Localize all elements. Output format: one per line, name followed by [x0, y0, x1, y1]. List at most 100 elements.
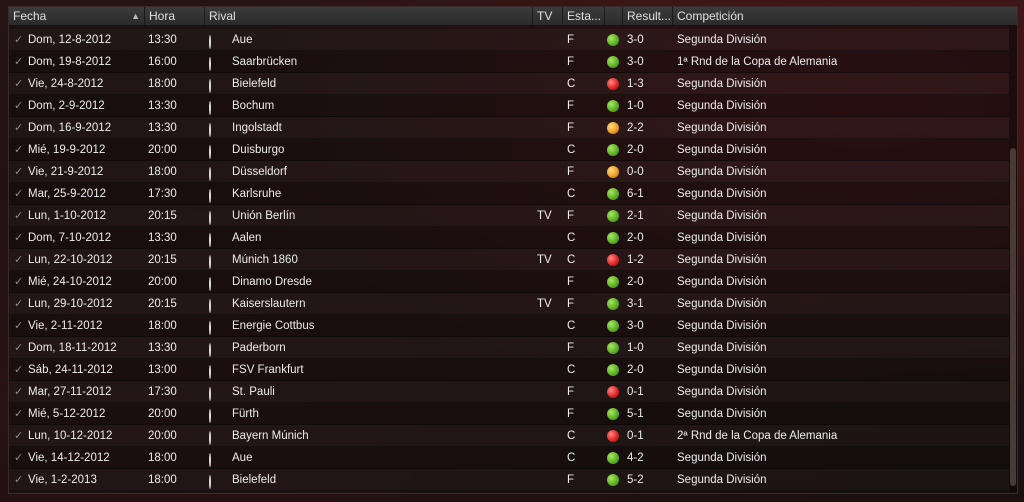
column-header-competition[interactable]: Competición [673, 7, 1017, 25]
table-row[interactable]: ✓ Dom, 12-8-2012 13:30 Aue F 3-0 Segunda Divis… [9, 29, 1009, 51]
match-score[interactable]: 1-0 [627, 337, 644, 359]
table-row[interactable]: ✓ Mar, 27-11-2012 17:30 St. Pauli F 0-1 Segund… [9, 381, 1009, 403]
team-crest-icon[interactable] [209, 471, 227, 489]
team-crest-icon[interactable] [209, 273, 227, 291]
column-header-result[interactable]: Result... [623, 7, 673, 25]
rival-name[interactable]: Dinamo Dresde [232, 271, 312, 293]
team-crest-icon[interactable] [209, 141, 227, 159]
table-row[interactable]: ✓ Mié, 24-10-2012 20:00 Dinamo Dresde F 2-0 Se… [9, 271, 1009, 293]
table-row[interactable]: ✓ Vie, 1-2-2013 18:00 Bielefeld F 5-2 Segunda … [9, 469, 1009, 491]
rival-name[interactable]: Düsseldorf [232, 161, 287, 183]
rival-name[interactable]: Karlsruhe [232, 183, 281, 205]
match-score[interactable]: 1-3 [627, 73, 644, 95]
team-crest-icon[interactable] [209, 251, 227, 269]
team-crest-icon[interactable] [209, 295, 227, 313]
team-crest-icon[interactable] [209, 53, 227, 71]
competition-name[interactable]: Segunda División [677, 161, 767, 183]
team-crest-icon[interactable] [209, 317, 227, 335]
column-header-result-icon[interactable] [605, 7, 623, 25]
team-crest-icon[interactable] [209, 31, 227, 49]
team-crest-icon[interactable] [209, 97, 227, 115]
rival-name[interactable]: Fürth [232, 403, 259, 425]
match-score[interactable]: 2-0 [627, 359, 644, 381]
column-header-time[interactable]: Hora [145, 7, 205, 25]
rival-name[interactable]: St. Pauli [232, 381, 275, 403]
team-crest-icon[interactable] [209, 229, 227, 247]
column-header-venue[interactable]: Esta... [563, 7, 605, 25]
competition-name[interactable]: Segunda División [677, 29, 767, 51]
competition-name[interactable]: Segunda División [677, 293, 767, 315]
competition-name[interactable]: Segunda División [677, 359, 767, 381]
rival-name[interactable]: Aue [232, 447, 252, 469]
rival-name[interactable]: Aalen [232, 227, 261, 249]
rival-name[interactable]: Paderborn [232, 337, 286, 359]
scrollbar-thumb[interactable] [1010, 148, 1016, 486]
table-row[interactable]: ✓ Lun, 22-10-2012 20:15 Múnich 1860 TV C 1-2 Se… [9, 249, 1009, 271]
table-row[interactable]: ✓ Dom, 2-9-2012 13:30 Bochum F 1-0 Segunda Div… [9, 95, 1009, 117]
team-crest-icon[interactable] [209, 163, 227, 181]
competition-name[interactable]: Segunda División [677, 337, 767, 359]
column-header-date[interactable]: Fecha ▲ [9, 7, 145, 25]
team-crest-icon[interactable] [209, 207, 227, 225]
match-score[interactable]: 0-1 [627, 381, 644, 403]
rival-name[interactable]: FSV Frankfurt [232, 359, 304, 381]
match-score[interactable]: 2-0 [627, 271, 644, 293]
competition-name[interactable]: Segunda División [677, 117, 767, 139]
table-row[interactable]: ✓ Dom, 19-8-2012 16:00 Saarbrücken F 3-0 1ª Rn… [9, 51, 1009, 73]
match-score[interactable]: 1-0 [627, 95, 644, 117]
competition-name[interactable]: 2ª Rnd de la Copa de Alemania [677, 425, 837, 447]
team-crest-icon[interactable] [209, 75, 227, 93]
table-row[interactable]: ✓ Vie, 14-12-2012 18:00 Aue C 4-2 Segunda Divi… [9, 447, 1009, 469]
table-row[interactable]: ✓ Lun, 10-12-2012 20:00 Bayern Múnich C 0-1 2ª… [9, 425, 1009, 447]
competition-name[interactable]: Segunda División [677, 469, 767, 491]
table-row[interactable]: ✓ Mar, 25-9-2012 17:30 Karlsruhe C 6-1 Segunda… [9, 183, 1009, 205]
competition-name[interactable]: Segunda División [677, 139, 767, 161]
table-row[interactable]: ✓ Lun, 1-10-2012 20:15 Unión Berlín TV F 2-1 Se… [9, 205, 1009, 227]
column-header-tv[interactable]: TV [533, 7, 563, 25]
match-score[interactable]: 3-0 [627, 29, 644, 51]
match-score[interactable]: 2-0 [627, 139, 644, 161]
competition-name[interactable]: Segunda División [677, 73, 767, 95]
match-score[interactable]: 3-0 [627, 315, 644, 337]
match-score[interactable]: 0-1 [627, 425, 644, 447]
rival-name[interactable]: Aue [232, 29, 252, 51]
table-row[interactable]: ✓ Mié, 19-9-2012 20:00 Duisburgo C 2-0 Segunda… [9, 139, 1009, 161]
team-crest-icon[interactable] [209, 405, 227, 423]
rival-name[interactable]: Saarbrücken [232, 51, 297, 73]
competition-name[interactable]: Segunda División [677, 227, 767, 249]
competition-name[interactable]: Segunda División [677, 183, 767, 205]
competition-name[interactable]: Segunda División [677, 315, 767, 337]
vertical-scrollbar[interactable] [1009, 26, 1017, 493]
match-score[interactable]: 1-2 [627, 249, 644, 271]
match-score[interactable]: 5-2 [627, 469, 644, 491]
match-score[interactable]: 2-0 [627, 227, 644, 249]
table-row[interactable]: ✓ Dom, 16-9-2012 13:30 Ingolstadt F 2-2 Segund… [9, 117, 1009, 139]
team-crest-icon[interactable] [209, 449, 227, 467]
team-crest-icon[interactable] [209, 361, 227, 379]
table-row[interactable]: ✓ Dom, 7-10-2012 13:30 Aalen C 2-0 Segunda Div… [9, 227, 1009, 249]
rival-name[interactable]: Kaiserslautern [232, 293, 306, 315]
match-score[interactable]: 5-1 [627, 403, 644, 425]
rival-name[interactable]: Múnich 1860 [232, 249, 298, 271]
competition-name[interactable]: Segunda División [677, 381, 767, 403]
table-row[interactable]: ✓ Dom, 18-11-2012 13:30 Paderborn F 1-0 Segund… [9, 337, 1009, 359]
table-row[interactable]: ✓ Lun, 29-10-2012 20:15 Kaiserslautern TV F 3-… [9, 293, 1009, 315]
match-score[interactable]: 6-1 [627, 183, 644, 205]
rival-name[interactable]: Bielefeld [232, 73, 276, 95]
match-score[interactable]: 3-0 [627, 51, 644, 73]
match-score[interactable]: 2-1 [627, 205, 644, 227]
team-crest-icon[interactable] [209, 339, 227, 357]
competition-name[interactable]: Segunda División [677, 447, 767, 469]
table-row[interactable]: ✓ Mié, 5-12-2012 20:00 Fürth F 5-1 Segunda Div… [9, 403, 1009, 425]
rival-name[interactable]: Bielefeld [232, 469, 276, 491]
rival-name[interactable]: Bochum [232, 95, 274, 117]
match-score[interactable]: 0-0 [627, 161, 644, 183]
rival-name[interactable]: Energie Cottbus [232, 315, 314, 337]
competition-name[interactable]: Segunda División [677, 249, 767, 271]
match-score[interactable]: 4-2 [627, 447, 644, 469]
team-crest-icon[interactable] [209, 185, 227, 203]
competition-name[interactable]: Segunda División [677, 95, 767, 117]
competition-name[interactable]: 1ª Rnd de la Copa de Alemania [677, 51, 837, 73]
competition-name[interactable]: Segunda División [677, 205, 767, 227]
team-crest-icon[interactable] [209, 119, 227, 137]
